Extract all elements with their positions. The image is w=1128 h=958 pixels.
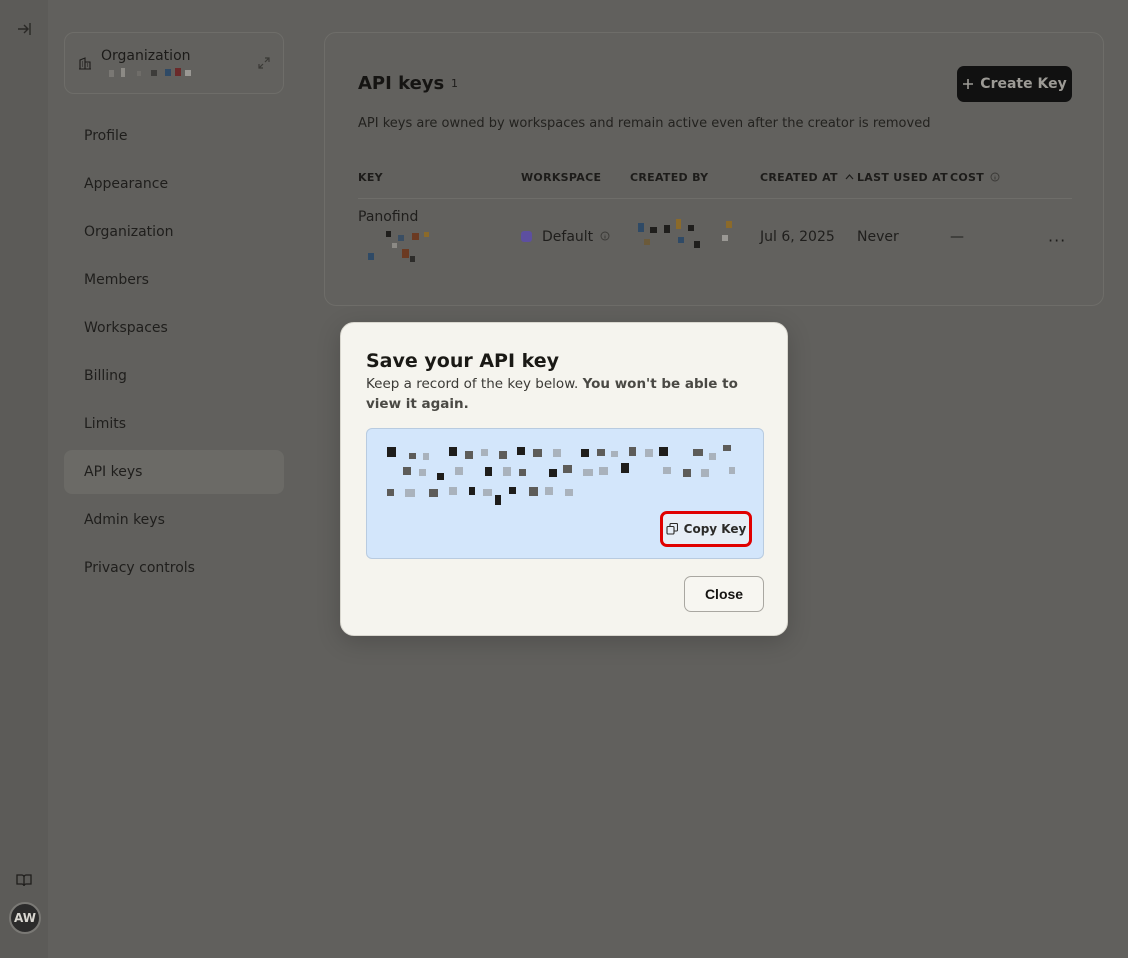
building-icon bbox=[79, 57, 91, 70]
column-cost: COST bbox=[950, 171, 1000, 184]
last-used-cell: Never bbox=[857, 229, 899, 245]
redacted-key-preview bbox=[368, 231, 429, 262]
sidebar-item-members[interactable]: Members bbox=[64, 258, 284, 302]
workspace-color-dot bbox=[521, 231, 532, 242]
column-last-used-at: LAST USED AT bbox=[857, 171, 948, 184]
info-icon bbox=[600, 231, 610, 241]
redacted-api-key bbox=[387, 445, 735, 505]
redacted-org-name bbox=[109, 68, 191, 77]
cost-cell: — bbox=[950, 229, 964, 245]
organization-label: Organization bbox=[101, 48, 191, 64]
dialog-description: Keep a record of the key below. You won'… bbox=[366, 374, 766, 414]
table-row: Panofind Default Jul 6, 2025 Never — ··· bbox=[358, 209, 1072, 273]
sidebar-item-workspaces[interactable]: Workspaces bbox=[64, 306, 284, 350]
create-key-label: Create Key bbox=[980, 76, 1067, 92]
key-count-badge: 1 bbox=[451, 77, 458, 90]
column-cost-label: COST bbox=[950, 171, 985, 184]
workspace-name: Default bbox=[542, 229, 594, 245]
info-icon bbox=[990, 172, 1000, 182]
dialog-title: Save your API key bbox=[366, 350, 560, 372]
sidebar-item-profile[interactable]: Profile bbox=[64, 114, 284, 158]
copy-icon bbox=[666, 523, 678, 535]
column-key: KEY bbox=[358, 171, 383, 184]
sidebar-item-billing[interactable]: Billing bbox=[64, 354, 284, 398]
sort-ascending-icon bbox=[845, 174, 854, 180]
sidebar-item-organization[interactable]: Organization bbox=[64, 210, 284, 254]
column-created-by: CREATED BY bbox=[630, 171, 709, 184]
copy-key-button[interactable]: Copy Key bbox=[660, 511, 752, 547]
redacted-creator bbox=[638, 219, 732, 248]
sidebar-item-limits[interactable]: Limits bbox=[64, 402, 284, 446]
created-at-cell: Jul 6, 2025 bbox=[760, 229, 835, 245]
avatar[interactable]: AW bbox=[9, 902, 41, 934]
dialog-description-text: Keep a record of the key below. bbox=[366, 376, 583, 392]
left-rail: AW bbox=[0, 0, 48, 958]
page-title: API keys bbox=[358, 73, 445, 94]
plus-icon bbox=[963, 79, 974, 89]
sidebar-item-privacy-controls[interactable]: Privacy controls bbox=[64, 546, 284, 590]
column-created-at[interactable]: CREATED AT bbox=[760, 171, 854, 184]
key-name: Panofind bbox=[358, 209, 419, 225]
column-created-at-label: CREATED AT bbox=[760, 171, 838, 184]
save-api-key-dialog: Save your API key Keep a record of the k… bbox=[340, 322, 788, 636]
api-key-box: Copy Key bbox=[366, 428, 764, 559]
collapse-sidebar-icon[interactable] bbox=[15, 20, 33, 38]
sidebar-item-api-keys[interactable]: API keys bbox=[64, 450, 284, 494]
organization-switcher[interactable]: Organization bbox=[64, 32, 284, 94]
column-workspace: WORKSPACE bbox=[521, 171, 602, 184]
workspace-cell: Default bbox=[521, 229, 610, 245]
api-keys-card: API keys 1 Create Key API keys are owned… bbox=[324, 32, 1104, 306]
close-button[interactable]: Close bbox=[684, 576, 764, 612]
row-actions-button[interactable]: ··· bbox=[1048, 231, 1066, 250]
settings-nav: Profile Appearance Organization Members … bbox=[64, 114, 284, 594]
expand-icon bbox=[258, 57, 270, 69]
table-header: KEY WORKSPACE CREATED BY CREATED AT LAST… bbox=[358, 171, 1072, 199]
sidebar-item-admin-keys[interactable]: Admin keys bbox=[64, 498, 284, 542]
create-key-button[interactable]: Create Key bbox=[957, 66, 1072, 102]
sidebar-item-appearance[interactable]: Appearance bbox=[64, 162, 284, 206]
page-subtitle: API keys are owned by workspaces and rem… bbox=[358, 116, 931, 131]
book-icon[interactable] bbox=[15, 872, 33, 888]
copy-key-label: Copy Key bbox=[683, 522, 747, 536]
